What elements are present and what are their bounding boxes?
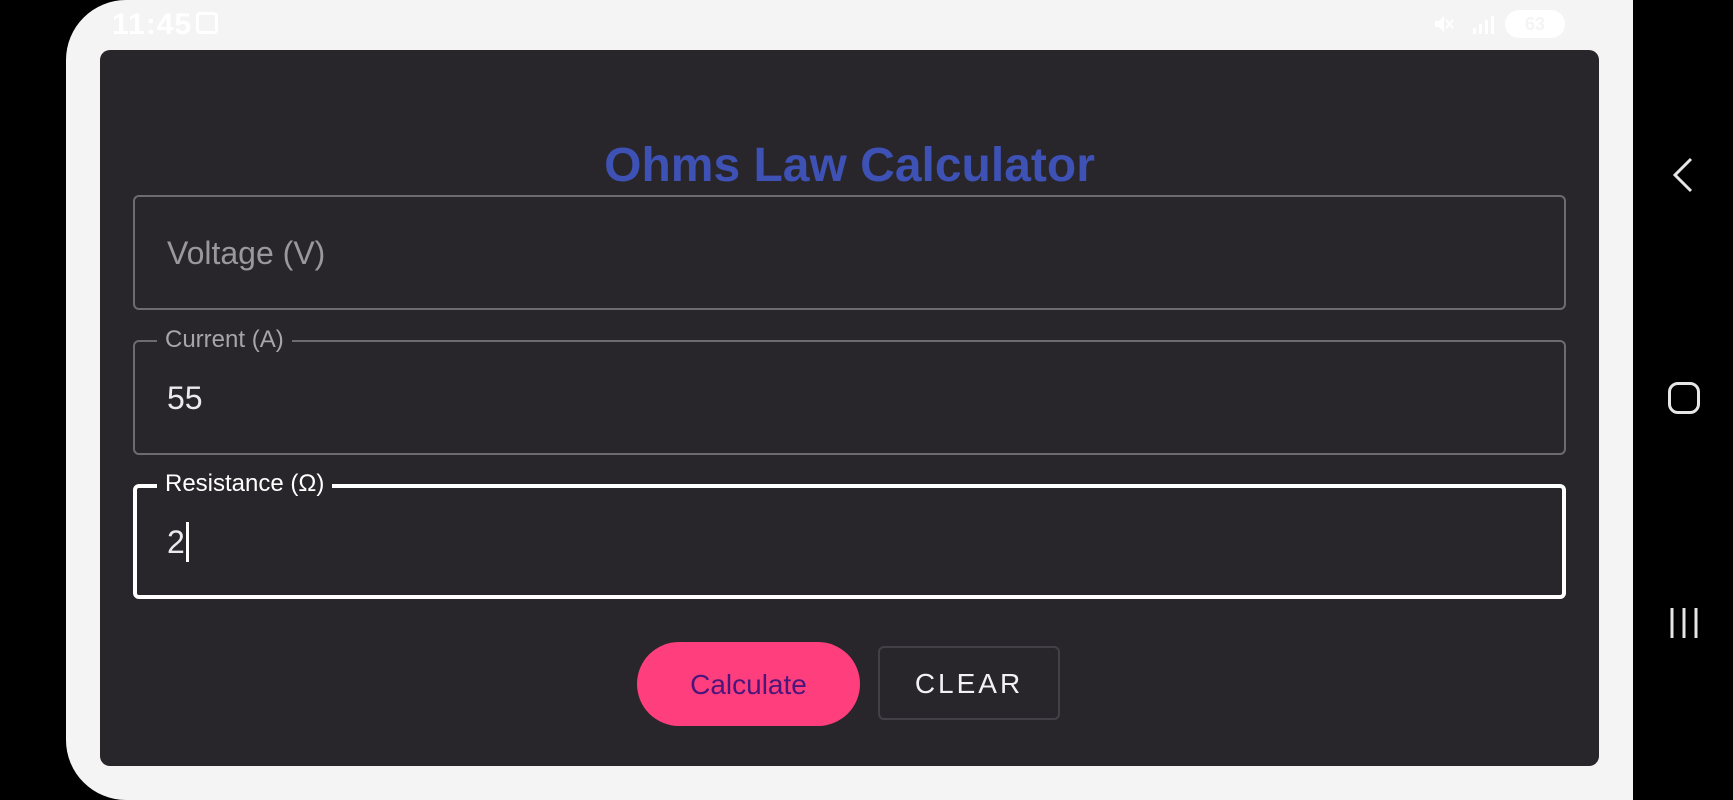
home-icon[interactable]	[1668, 382, 1700, 414]
current-label: Current (A)	[157, 326, 292, 354]
battery-indicator: 63	[1505, 10, 1565, 38]
current-value: 55	[167, 380, 203, 416]
resistance-field[interactable]: Resistance (Ω) 2	[133, 470, 1566, 599]
signal-icon	[1473, 16, 1494, 34]
voltage-field[interactable]: Voltage (V)	[133, 195, 1566, 310]
screen-record-icon	[196, 12, 218, 34]
back-icon[interactable]	[1669, 155, 1699, 195]
screen: 11:45 63 Ohms Law Calculator Voltage (V)…	[0, 0, 1733, 800]
calculator-card: Ohms Law Calculator Voltage (V) Current …	[100, 50, 1599, 766]
resistance-value-wrap: 2	[167, 521, 189, 562]
mute-icon	[1435, 16, 1454, 32]
status-bar: 11:45 63	[66, 0, 1633, 48]
current-field[interactable]: Current (A) 55	[133, 326, 1566, 455]
text-caret	[185, 521, 189, 562]
recents-icon[interactable]	[1667, 606, 1701, 640]
status-time: 11:45	[112, 8, 193, 41]
resistance-label: Resistance (Ω)	[157, 470, 333, 498]
clear-button[interactable]: CLEAR	[878, 646, 1060, 720]
navigation-bar	[1633, 0, 1733, 800]
status-icons: 63	[1413, 8, 1633, 40]
page-title: Ohms Law Calculator	[604, 139, 1095, 192]
calculate-button[interactable]: Calculate	[637, 642, 860, 726]
resistance-value: 2	[167, 524, 185, 560]
voltage-placeholder: Voltage (V)	[167, 235, 326, 271]
